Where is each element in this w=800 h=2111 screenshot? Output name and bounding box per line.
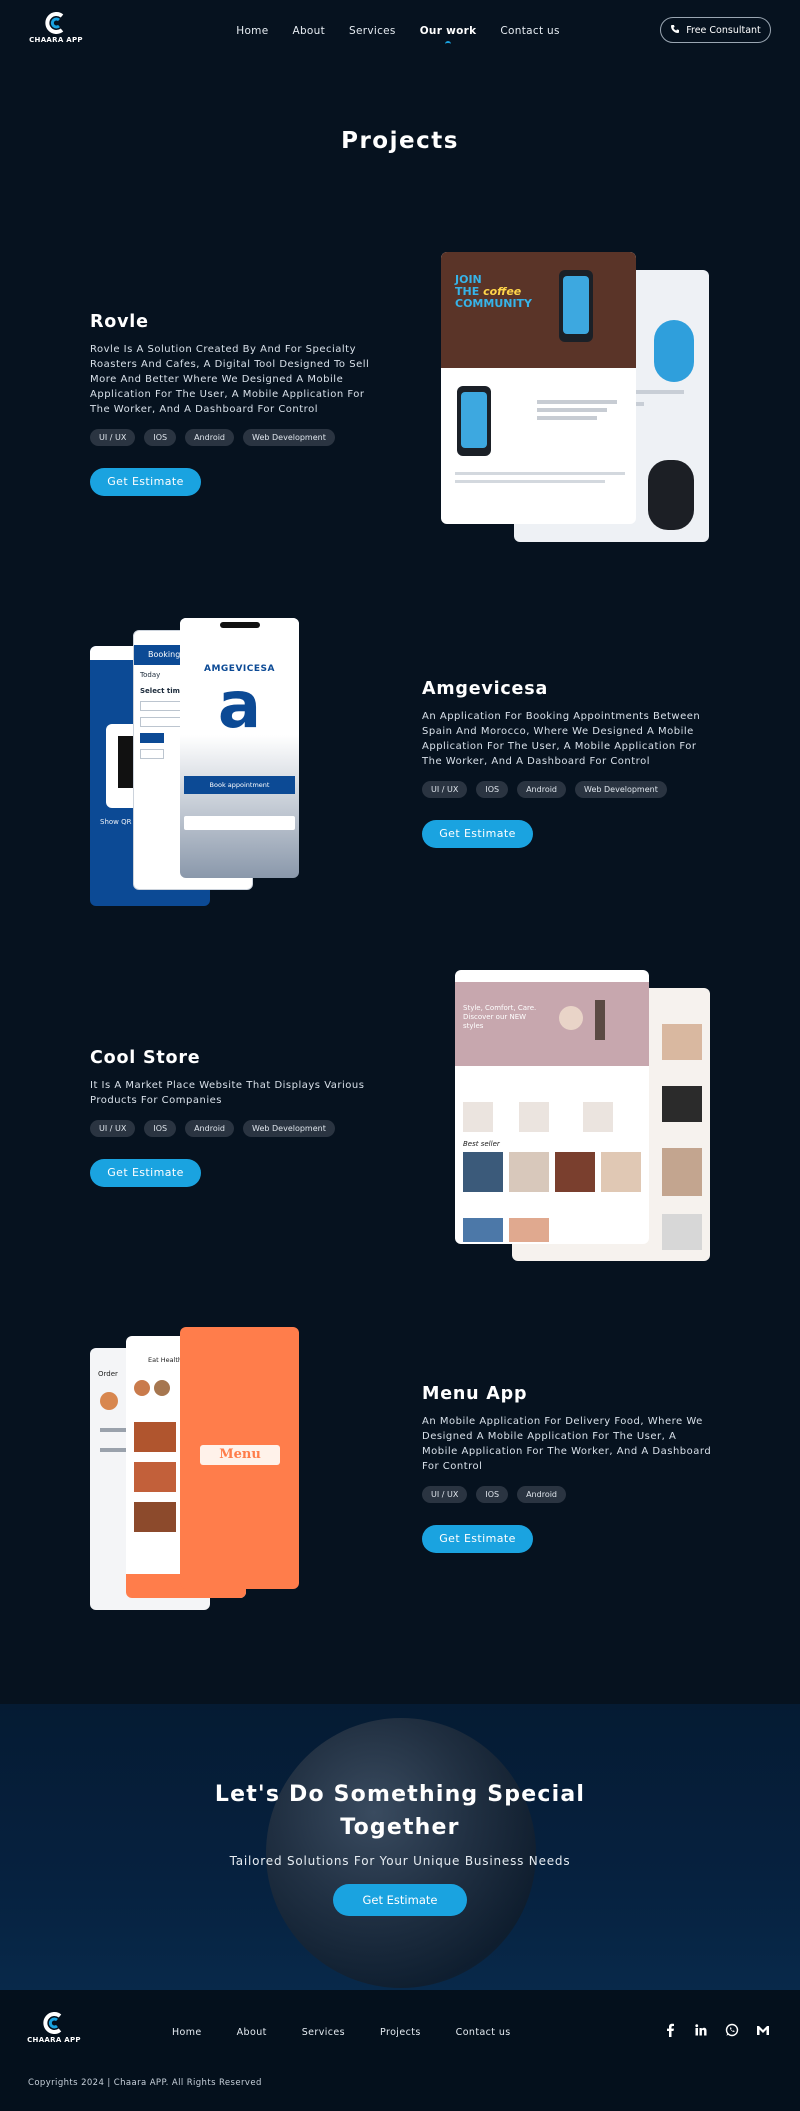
mock-text: Style, Comfort, Care. Discover our NEW s…	[463, 1004, 537, 1030]
cta-section: Let's Do Something Special Together Tail…	[0, 1704, 800, 1990]
phone-icon	[670, 24, 680, 37]
tag-list: UI / UX IOS Android Web Development	[90, 429, 380, 446]
project-title: Rovle	[90, 312, 149, 332]
free-consultant-button[interactable]: Free Consultant	[660, 17, 771, 43]
nav-home[interactable]: Home	[236, 25, 268, 37]
mock-text: Today	[140, 671, 161, 679]
tag-list: UI / UX IOS Android	[422, 1486, 712, 1503]
mock-text: Select time	[140, 687, 185, 695]
footer-logo-text: CHAARA APP	[27, 2036, 81, 2044]
get-estimate-button[interactable]: Get Estimate	[90, 468, 201, 496]
get-estimate-button[interactable]: Get Estimate	[90, 1159, 201, 1187]
footer-nav-projects[interactable]: Projects	[380, 2027, 421, 2038]
footer-nav-contact[interactable]: Contact us	[456, 2027, 511, 2038]
tag: IOS	[144, 429, 177, 446]
project-description: Rovle Is A Solution Created By And For S…	[90, 344, 370, 415]
gmail-icon[interactable]	[756, 2023, 770, 2037]
mock-text: Menu	[200, 1445, 280, 1465]
tag: Android	[185, 1120, 235, 1137]
project-description: An Application For Booking Appointments …	[422, 711, 701, 767]
tag: UI / UX	[90, 1120, 136, 1137]
tag: UI / UX	[90, 429, 136, 446]
cta-subtitle: Tailored Solutions For Your Unique Busin…	[229, 1854, 571, 1868]
section-title: Projects	[341, 128, 459, 154]
get-estimate-button[interactable]: Get Estimate	[422, 1525, 533, 1553]
footer-nav: Home About Services Projects Contact us	[172, 2027, 511, 2038]
mock-text: COMMUNITY	[455, 297, 533, 310]
free-consultant-label: Free Consultant	[686, 24, 761, 36]
copyright-text: Copyrights 2024 | Chaara APP. All Rights…	[28, 2078, 262, 2088]
footer-nav-services[interactable]: Services	[302, 2027, 345, 2038]
project-description: It Is A Market Place Website That Displa…	[90, 1080, 365, 1106]
rovle-website-front: JOIN THE coffee COMMUNITY	[441, 252, 636, 524]
project-title: Menu App	[422, 1384, 528, 1404]
site-header: CHAARA APP Home About Services Our work …	[0, 0, 800, 56]
cta-title-line1: Let's Do Something Special	[214, 1782, 586, 1807]
cta-title-line2: Together	[340, 1815, 460, 1840]
site-footer: CHAARA APP Home About Services Projects …	[0, 1990, 800, 2111]
amgevicesa-phone-home: AMGEVICESA a Book appointment	[180, 618, 299, 878]
nav-about[interactable]: About	[292, 25, 325, 37]
nav-services[interactable]: Services	[349, 25, 396, 37]
project-cool-store: Cool Store It Is A Market Place Website …	[90, 1048, 380, 1187]
footer-nav-home[interactable]: Home	[172, 2027, 202, 2038]
tag: Web Development	[243, 1120, 335, 1137]
tag: UI / UX	[422, 781, 468, 798]
tag: Android	[517, 781, 567, 798]
project-title: Amgevicesa	[422, 679, 549, 699]
mock-text: Book appointment	[184, 776, 295, 794]
cool-store-page-front: Style, Comfort, Care. Discover our NEW s…	[455, 970, 649, 1244]
project-description: An Mobile Application For Delivery Food,…	[422, 1416, 712, 1472]
menu-app-phone-splash: Menu	[180, 1327, 299, 1589]
project-amgevicesa: Amgevicesa An Application For Booking Ap…	[422, 679, 712, 848]
cta-get-estimate-button[interactable]: Get Estimate	[333, 1884, 467, 1916]
tag: Android	[517, 1486, 567, 1503]
nav-contact[interactable]: Contact us	[500, 25, 559, 37]
social-links	[663, 2023, 770, 2037]
tag-list: UI / UX IOS Android Web Development	[90, 1120, 380, 1137]
whatsapp-icon[interactable]	[725, 2023, 739, 2037]
facebook-icon[interactable]	[663, 2023, 677, 2037]
tag: Web Development	[243, 429, 335, 446]
footer-logo[interactable]: CHAARA APP	[24, 2012, 84, 2044]
nav-our-work[interactable]: Our work	[420, 25, 477, 43]
tag: IOS	[476, 1486, 509, 1503]
cta-title: Let's Do Something Special Together	[0, 1778, 800, 1844]
project-rovle: Rovle Rovle Is A Solution Created By And…	[90, 312, 380, 496]
tag: IOS	[144, 1120, 177, 1137]
tag: UI / UX	[422, 1486, 468, 1503]
project-title: Cool Store	[90, 1048, 201, 1068]
mock-text: Order	[98, 1370, 118, 1378]
tag: IOS	[476, 781, 509, 798]
mock-text: Show QR	[100, 818, 132, 826]
get-estimate-button[interactable]: Get Estimate	[422, 820, 533, 848]
linkedin-icon[interactable]	[694, 2023, 708, 2037]
logo-mark-icon	[40, 2012, 68, 2034]
tag-list: UI / UX IOS Android Web Development	[422, 781, 712, 798]
mock-text: Best seller	[463, 1140, 500, 1148]
tag: Android	[185, 429, 235, 446]
tag: Web Development	[575, 781, 667, 798]
decorative-sphere	[266, 1718, 536, 1988]
project-menu-app: Menu App An Mobile Application For Deliv…	[422, 1384, 712, 1553]
footer-nav-about[interactable]: About	[237, 2027, 267, 2038]
